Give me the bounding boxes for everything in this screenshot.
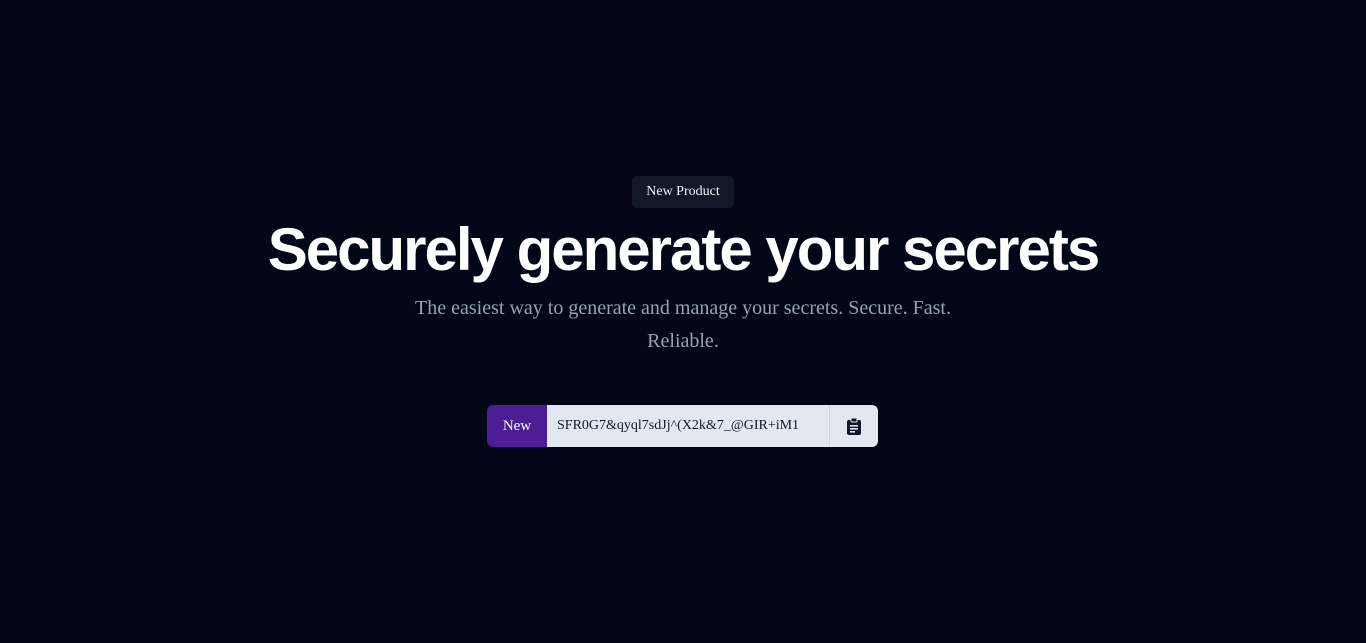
page-subtitle: The easiest way to generate and manage y… [415,297,951,352]
page-title: Securely generate your secrets [267,216,1100,283]
secret-output-field[interactable] [547,405,829,447]
new-secret-button[interactable]: New [487,405,547,447]
page: New Product Securely generate your secre… [0,0,1366,643]
secret-generator: New [487,405,878,447]
copy-button[interactable] [829,405,878,447]
new-product-badge: New Product [632,176,734,208]
clipboard-icon [847,417,861,435]
